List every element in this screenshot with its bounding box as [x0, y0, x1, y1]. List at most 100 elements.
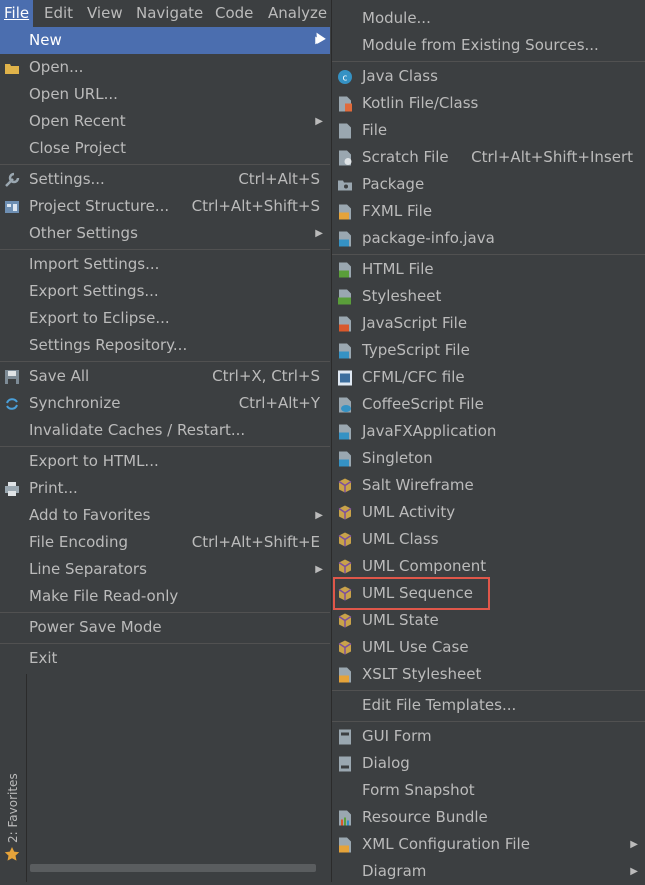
submenu-arrow-icon: ▶ — [315, 510, 323, 521]
javascript-file-icon — [339, 316, 351, 332]
favorites-tool-window-button[interactable]: 2: Favorites — [6, 773, 20, 843]
menu-item-uml-state[interactable]: UML State — [332, 607, 645, 634]
menu-item-package[interactable]: Package — [332, 171, 645, 198]
plantuml-icon — [338, 478, 352, 493]
coffeescript-file-icon — [339, 397, 351, 413]
kotlin-file-icon — [339, 96, 352, 112]
menu-item-exit[interactable]: Exit — [0, 645, 330, 672]
submenu-arrow-icon: ▶ — [315, 116, 323, 127]
menu-separator — [0, 612, 330, 613]
java-file-icon — [339, 424, 351, 440]
menu-analyze[interactable]: Analyze — [264, 0, 331, 27]
menu-item-file-encoding[interactable]: File Encoding Ctrl+Alt+Shift+E — [0, 529, 330, 556]
xslt-file-icon — [339, 667, 351, 683]
menu-file[interactable]: File — [0, 0, 34, 27]
css-file-icon — [338, 289, 351, 305]
menu-item-dialog[interactable]: Dialog — [332, 750, 645, 777]
fxml-file-icon — [339, 204, 351, 220]
menu-item-open-recent[interactable]: Open Recent ▶ — [0, 108, 330, 135]
svg-text:c: c — [343, 74, 348, 84]
menu-bar: File Edit View Navigate Code Analyze — [0, 0, 331, 27]
menu-item-add-to-favorites[interactable]: Add to Favorites ▶ — [0, 502, 330, 529]
project-structure-icon — [5, 201, 19, 213]
submenu-arrow-icon: ▶ — [630, 866, 638, 877]
menu-item-uml-component[interactable]: UML Component — [332, 553, 645, 580]
file-menu: New ▶ Open... Open URL... Open Recent ▶ C… — [0, 27, 330, 674]
menu-item-fxml[interactable]: FXML File — [332, 198, 645, 225]
xml-file-icon — [339, 837, 351, 853]
editor-area — [0, 674, 330, 882]
submenu-arrow-icon: ▶ — [315, 564, 323, 575]
refresh-icon — [6, 398, 18, 410]
menu-item-power-save-mode[interactable]: Power Save Mode — [0, 614, 330, 641]
menu-item-form-snapshot[interactable]: Form Snapshot — [332, 777, 645, 804]
menu-separator — [332, 690, 645, 691]
plantuml-icon — [338, 559, 352, 574]
menu-item-export-eclipse[interactable]: Export to Eclipse... — [0, 305, 330, 332]
submenu-arrow-icon: ▶ — [630, 839, 638, 850]
menu-item-edit-file-templates[interactable]: Edit File Templates... — [332, 692, 645, 719]
menu-item-export-settings[interactable]: Export Settings... — [0, 278, 330, 305]
menu-item-print[interactable]: Print... — [0, 475, 330, 502]
menu-item-save-all[interactable]: Save All Ctrl+X, Ctrl+S — [0, 363, 330, 390]
menu-item-make-read-only[interactable]: Make File Read-only — [0, 583, 330, 610]
menu-navigate[interactable]: Navigate — [132, 0, 207, 27]
menu-item-xml-config[interactable]: XML Configuration File ▶ — [332, 831, 645, 858]
file-icon — [339, 123, 351, 139]
menu-item-stylesheet[interactable]: Stylesheet — [332, 283, 645, 310]
wrench-icon — [5, 172, 20, 187]
menu-item-settings[interactable]: Settings... Ctrl+Alt+S — [0, 166, 330, 193]
html-file-icon — [339, 262, 351, 278]
menu-item-scratch-file[interactable]: Scratch File Ctrl+Alt+Shift+Insert — [332, 144, 645, 171]
menu-item-resource-bundle[interactable]: Resource Bundle — [332, 804, 645, 831]
menu-item-new[interactable]: New ▶ — [0, 27, 330, 54]
menu-item-java-class[interactable]: c Java Class — [332, 63, 645, 90]
menu-item-close-project[interactable]: Close Project — [0, 135, 330, 162]
menu-item-package-info[interactable]: package-info.java — [332, 225, 645, 252]
menu-item-html-file[interactable]: HTML File — [332, 256, 645, 283]
package-icon — [338, 180, 352, 191]
menu-separator — [0, 643, 330, 644]
menu-item-uml-class[interactable]: UML Class — [332, 526, 645, 553]
menu-item-export-html[interactable]: Export to HTML... — [0, 448, 330, 475]
menu-item-singleton[interactable]: Singleton — [332, 445, 645, 472]
menu-item-open-url[interactable]: Open URL... — [0, 81, 330, 108]
menu-item-import-settings[interactable]: Import Settings... — [0, 251, 330, 278]
menu-item-xslt[interactable]: XSLT Stylesheet — [332, 661, 645, 688]
menu-item-module[interactable]: Module... — [332, 5, 645, 32]
menu-item-salt-wireframe[interactable]: Salt Wireframe — [332, 472, 645, 499]
typescript-file-icon — [339, 343, 351, 359]
menu-item-kotlin[interactable]: Kotlin File/Class — [332, 90, 645, 117]
plantuml-icon — [338, 532, 352, 547]
menu-item-module-existing[interactable]: Module from Existing Sources... — [332, 32, 645, 59]
menu-item-javascript[interactable]: JavaScript File — [332, 310, 645, 337]
menu-item-other-settings[interactable]: Other Settings ▶ — [0, 220, 330, 247]
menu-item-settings-repository[interactable]: Settings Repository... — [0, 332, 330, 359]
menu-item-coffeescript[interactable]: CoffeeScript File — [332, 391, 645, 418]
plantuml-icon — [338, 640, 352, 655]
menu-item-line-separators[interactable]: Line Separators ▶ — [0, 556, 330, 583]
menu-item-uml-use-case[interactable]: UML Use Case — [332, 634, 645, 661]
menu-item-uml-activity[interactable]: UML Activity — [332, 499, 645, 526]
horizontal-scrollbar[interactable] — [30, 864, 316, 872]
menu-item-open[interactable]: Open... — [0, 54, 330, 81]
menu-code[interactable]: Code — [211, 0, 257, 27]
printer-icon — [5, 482, 19, 496]
menu-separator — [332, 61, 645, 62]
save-icon — [5, 370, 19, 384]
menu-item-cfml[interactable]: CFML/CFC file — [332, 364, 645, 391]
cfml-file-icon — [338, 370, 352, 386]
menu-item-typescript[interactable]: TypeScript File — [332, 337, 645, 364]
scratch-file-icon — [339, 150, 352, 166]
menu-edit[interactable]: Edit — [40, 0, 77, 27]
menu-item-synchronize[interactable]: Synchronize Ctrl+Alt+Y — [0, 390, 330, 417]
menu-item-gui-form[interactable]: GUI Form — [332, 723, 645, 750]
menu-item-file[interactable]: File — [332, 117, 645, 144]
dialog-icon — [339, 756, 351, 772]
menu-item-invalidate-caches[interactable]: Invalidate Caches / Restart... — [0, 417, 330, 444]
java-file-icon — [339, 231, 351, 247]
menu-item-project-structure[interactable]: Project Structure... Ctrl+Alt+Shift+S — [0, 193, 330, 220]
menu-item-diagram[interactable]: Diagram ▶ — [332, 858, 645, 885]
menu-item-javafx[interactable]: JavaFXApplication — [332, 418, 645, 445]
menu-view[interactable]: View — [83, 0, 127, 27]
